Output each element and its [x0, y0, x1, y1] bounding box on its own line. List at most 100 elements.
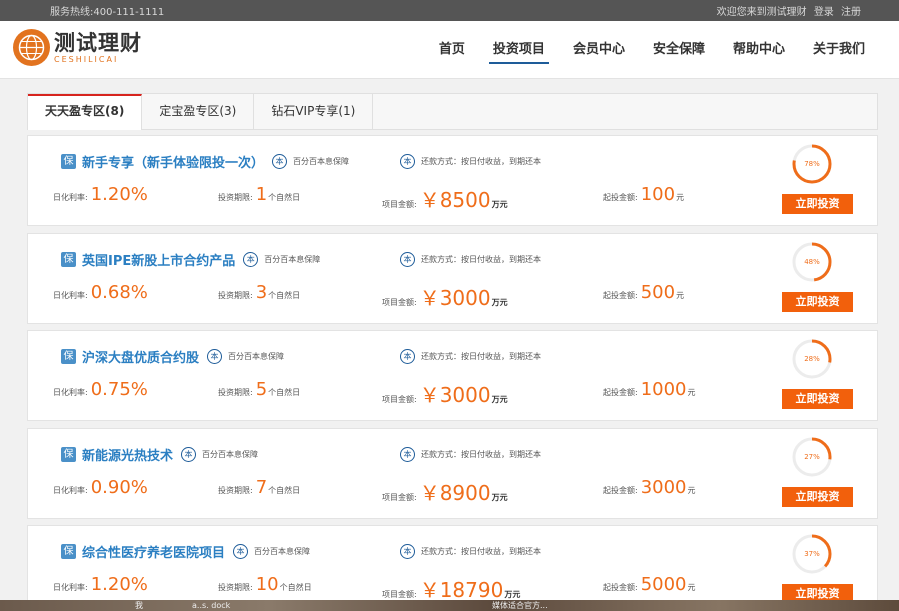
- shield-badge-icon: 保: [61, 544, 76, 559]
- min-invest-unit: 元: [687, 485, 696, 495]
- product-name[interactable]: 新手专享（新手体验限投一次）: [82, 152, 264, 171]
- progress-value: 28%: [804, 355, 820, 363]
- period-value: 10: [255, 574, 279, 595]
- period-label: 投资期限:: [218, 290, 253, 300]
- amount-prefix: ￥: [419, 188, 440, 212]
- period-value: 7: [255, 476, 268, 498]
- rate-label: 日化利率:: [53, 388, 88, 397]
- guarantee-text: 百分百本息保障: [293, 157, 350, 166]
- progress-ring: 48%: [790, 240, 834, 284]
- period-metric: 投资期限: 7 个自然日: [218, 477, 300, 498]
- product-name[interactable]: 英国IPE新股上市合约产品: [82, 250, 235, 269]
- amount-label: 项目金额:: [382, 297, 417, 307]
- logo-subtitle: CESHILICAI: [54, 54, 119, 64]
- product-name[interactable]: 综合性医疗养老医院项目: [82, 542, 225, 561]
- shield-badge-icon: 保: [61, 154, 76, 169]
- zone-tab[interactable]: 钻石VIP专享(1): [254, 94, 374, 130]
- amount-prefix: ￥: [419, 578, 440, 602]
- principal-icon: 本: [207, 349, 223, 364]
- taskbar-item[interactable]: 我: [135, 600, 143, 611]
- min-invest-label: 起投金额:: [603, 485, 638, 495]
- product-card: 保 沪深大盘优质合约股 本 百分百本息保障 本 还款方式：按日付收益，到期还本 …: [27, 330, 878, 421]
- min-invest-unit: 元: [687, 583, 696, 592]
- taskbar-item[interactable]: 媒体适合官方...: [492, 600, 548, 611]
- top-bar-links: 欢迎您来到测试理财 登录 注册: [713, 3, 861, 18]
- min-invest-unit: 元: [687, 388, 696, 397]
- amount-value: 3000: [439, 383, 491, 407]
- nav-item[interactable]: 会员中心: [559, 21, 639, 79]
- min-invest-label: 起投金额:: [603, 583, 638, 592]
- login-link[interactable]: 登录: [814, 7, 834, 18]
- guarantee-text: 百分百本息保障: [264, 254, 321, 264]
- progress-ring: 27%: [790, 435, 834, 479]
- product-card: 保 新能源光热技术 本 百分百本息保障 本 还款方式：按日付收益，到期还本 日化…: [27, 427, 878, 519]
- amount-value: 3000: [439, 285, 491, 310]
- period-value: 5: [255, 379, 268, 400]
- progress-ring: 37%: [790, 532, 834, 576]
- product-card: 保 综合性医疗养老医院项目 本 百分百本息保障 本 还款方式：按日付收益，到期还…: [27, 525, 878, 611]
- nav-item[interactable]: 首页: [425, 21, 479, 79]
- product-card: 保 新手专享（新手体验限投一次） 本 百分百本息保障 本 还款方式：按日付收益，…: [27, 135, 878, 226]
- welcome-text: 欢迎您来到测试理财: [716, 7, 807, 18]
- min-invest-value: 500: [640, 281, 676, 303]
- min-invest-value: 3000: [640, 476, 687, 498]
- rate-value: 0.68%: [90, 281, 148, 303]
- amount-label: 项目金额:: [382, 395, 417, 404]
- register-link[interactable]: 注册: [841, 7, 861, 18]
- amount-unit: 万元: [491, 492, 508, 502]
- shield-badge-icon: 保: [61, 251, 76, 267]
- amount-unit: 万元: [504, 590, 521, 599]
- progress-ring: 28%: [790, 337, 834, 381]
- repay-icon: 本: [400, 446, 415, 462]
- progress-value: 27%: [804, 452, 820, 461]
- period-label: 投资期限:: [218, 583, 253, 592]
- period-value: 3: [255, 281, 268, 303]
- amount-label: 项目金额:: [382, 590, 417, 599]
- shield-badge-icon: 保: [61, 349, 76, 364]
- amount-metric: 项目金额: ￥ 3000 万元: [382, 379, 508, 408]
- zone-tab[interactable]: 天天盈专区(8): [28, 94, 143, 130]
- min-invest-label: 起投金额:: [603, 388, 638, 397]
- nav-item[interactable]: 关于我们: [799, 21, 879, 79]
- progress-ring: 78%: [790, 142, 834, 186]
- hotline-text: 服务热线:400-111-1111: [50, 7, 165, 18]
- invest-now-button[interactable]: 立即投资: [782, 291, 853, 312]
- taskbar-item[interactable]: a..s. dock: [192, 600, 230, 611]
- rate-label: 日化利率:: [53, 290, 88, 300]
- product-name[interactable]: 沪深大盘优质合约股: [82, 347, 199, 366]
- amount-unit: 万元: [491, 200, 508, 209]
- rate-metric: 日化利率: 1.20%: [53, 574, 148, 595]
- principal-icon: 本: [272, 154, 288, 169]
- period-label: 投资期限:: [218, 193, 253, 202]
- rate-value: 0.90%: [90, 476, 148, 498]
- rate-metric: 日化利率: 0.68%: [53, 282, 148, 303]
- period-unit: 个自然日: [279, 583, 312, 592]
- logo-title: 测试理财: [54, 30, 142, 55]
- min-invest-label: 起投金额:: [603, 193, 638, 202]
- repay-icon: 本: [400, 251, 415, 267]
- period-value: 1: [255, 184, 268, 205]
- invest-now-button[interactable]: 立即投资: [782, 389, 853, 409]
- repay-method-text: 还款方式：按日付收益，到期还本: [421, 352, 541, 361]
- nav-item[interactable]: 投资项目: [479, 21, 559, 79]
- rate-metric: 日化利率: 0.90%: [53, 477, 148, 498]
- rate-value: 1.20%: [90, 574, 148, 595]
- rate-metric: 日化利率: 0.75%: [53, 379, 148, 400]
- repay-icon: 本: [400, 544, 415, 559]
- zone-tab[interactable]: 定宝盈专区(3): [142, 94, 255, 130]
- main-nav: 首页 投资项目 会员中心 安全保障 帮助中心 关于我们: [425, 21, 879, 79]
- rate-label: 日化利率:: [53, 485, 88, 495]
- nav-item[interactable]: 安全保障: [639, 21, 719, 79]
- logo[interactable]: 测试理财 CESHILICAI: [13, 29, 142, 66]
- repay-icon: 本: [400, 349, 415, 364]
- min-invest-label: 起投金额:: [603, 290, 638, 300]
- amount-metric: 项目金额: ￥ 8900 万元: [382, 477, 508, 506]
- invest-now-button[interactable]: 立即投资: [782, 486, 853, 507]
- repay-icon: 本: [400, 154, 415, 169]
- site-header: 测试理财 CESHILICAI 首页 投资项目 会员中心 安全保障 帮助中心 关于我们: [0, 21, 899, 79]
- invest-now-button[interactable]: 立即投资: [782, 194, 853, 214]
- nav-item[interactable]: 帮助中心: [719, 21, 799, 79]
- period-label: 投资期限:: [218, 388, 253, 397]
- product-name[interactable]: 新能源光热技术: [82, 445, 173, 464]
- guarantee-text: 百分百本息保障: [228, 352, 285, 361]
